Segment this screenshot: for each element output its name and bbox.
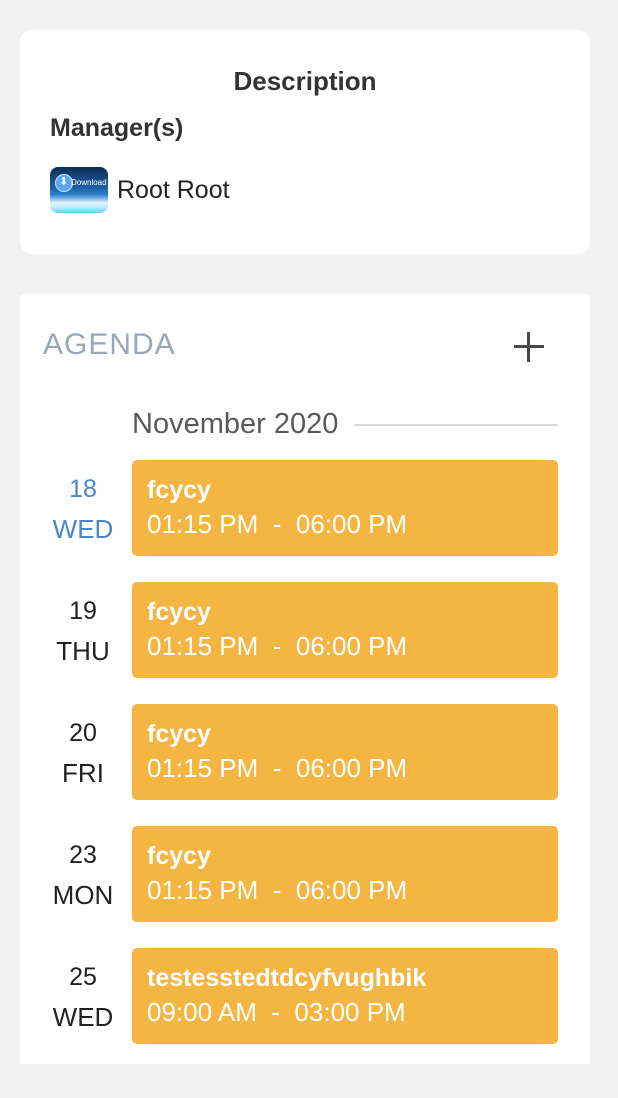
event-weekday: WED [52,1002,114,1032]
event-date: 25 WED [40,962,126,1034]
event-row: 19 THU fcycy 01:15 PM - 06:00 PM [20,582,590,678]
add-event-button[interactable] [508,326,550,368]
event-end-time: 06:00 PM [295,753,408,783]
event-start-time: 01:15 PM [147,509,259,539]
managers-label: Manager(s) [50,114,184,142]
description-card: Description Manager(s) ⬇ Download Root R… [20,30,590,254]
event-weekday: MON [52,880,114,910]
event-end-time: 06:00 PM [295,875,408,905]
event-day-number: 20 [69,719,97,747]
event-title: fcycy [147,720,211,748]
time-separator: - [256,997,295,1027]
event-row: 18 WED fcycy 01:15 PM - 06:00 PM [20,460,590,556]
event-weekday: THU [56,636,110,666]
event-start-time: 01:15 PM [147,631,259,661]
event-end-time: 06:00 PM [295,509,408,539]
event-title: fcycy [147,598,211,626]
event-block[interactable]: fcycy 01:15 PM - 06:00 PM [132,582,558,678]
event-weekday: FRI [62,758,104,788]
event-day-number: 23 [69,841,97,869]
event-day-number: 18 [69,475,97,503]
event-day-number: 25 [69,963,97,991]
event-date: 23 MON [40,840,126,912]
event-time: 01:15 PM - 06:00 PM [147,631,407,662]
event-time: 01:15 PM - 06:00 PM [147,753,407,784]
time-separator: - [258,509,296,539]
avatar-text: Download [71,178,107,187]
event-time: 09:00 AM - 03:00 PM [147,997,406,1028]
event-start-time: 01:15 PM [147,753,259,783]
time-separator: - [258,753,296,783]
event-block[interactable]: fcycy 01:15 PM - 06:00 PM [132,460,558,556]
event-date: 19 THU [40,596,126,668]
agenda-card: AGENDA November 2020 18 WED fcycy 01:15 PM … [20,294,590,1064]
agenda-title: AGENDA [43,328,176,361]
event-block[interactable]: fcycy 01:15 PM - 06:00 PM [132,704,558,800]
time-separator: - [258,875,296,905]
event-date: 20 FRI [40,718,126,790]
event-day-number: 19 [69,597,97,625]
event-block[interactable]: fcycy 01:15 PM - 06:00 PM [132,826,558,922]
event-title: fcycy [147,842,211,870]
event-title: testesstedtdcyfvughbik [147,964,427,992]
event-end-time: 06:00 PM [295,631,408,661]
event-date: 18 WED [40,474,126,546]
event-start-time: 01:15 PM [147,875,259,905]
month-header: November 2020 [132,408,558,441]
event-row: 23 MON fcycy 01:15 PM - 06:00 PM [20,826,590,922]
month-label: November 2020 [132,408,339,440]
event-row: 25 WED testesstedtdcyfvughbik 09:00 AM - 03… [20,948,590,1044]
event-end-time: 03:00 PM [294,997,406,1027]
event-time: 01:15 PM - 06:00 PM [147,509,407,540]
event-weekday: WED [52,514,114,544]
event-title: fcycy [147,476,211,504]
time-separator: - [258,631,296,661]
description-title: Description [233,66,377,96]
event-time: 01:15 PM - 06:00 PM [147,875,407,906]
event-list: 18 WED fcycy 01:15 PM - 06:00 PM 19 THU fcycy 0… [20,460,590,1070]
event-start-time: 09:00 AM [147,997,257,1027]
manager-item[interactable]: ⬇ Download Root Root [50,166,230,214]
event-block[interactable]: testesstedtdcyfvughbik 09:00 AM - 03:00 P… [132,948,558,1044]
plus-icon [514,332,544,362]
avatar: ⬇ Download [50,167,108,213]
manager-name[interactable]: Root Root [117,176,230,205]
event-row: 20 FRI fcycy 01:15 PM - 06:00 PM [20,704,590,800]
month-divider [354,423,558,426]
